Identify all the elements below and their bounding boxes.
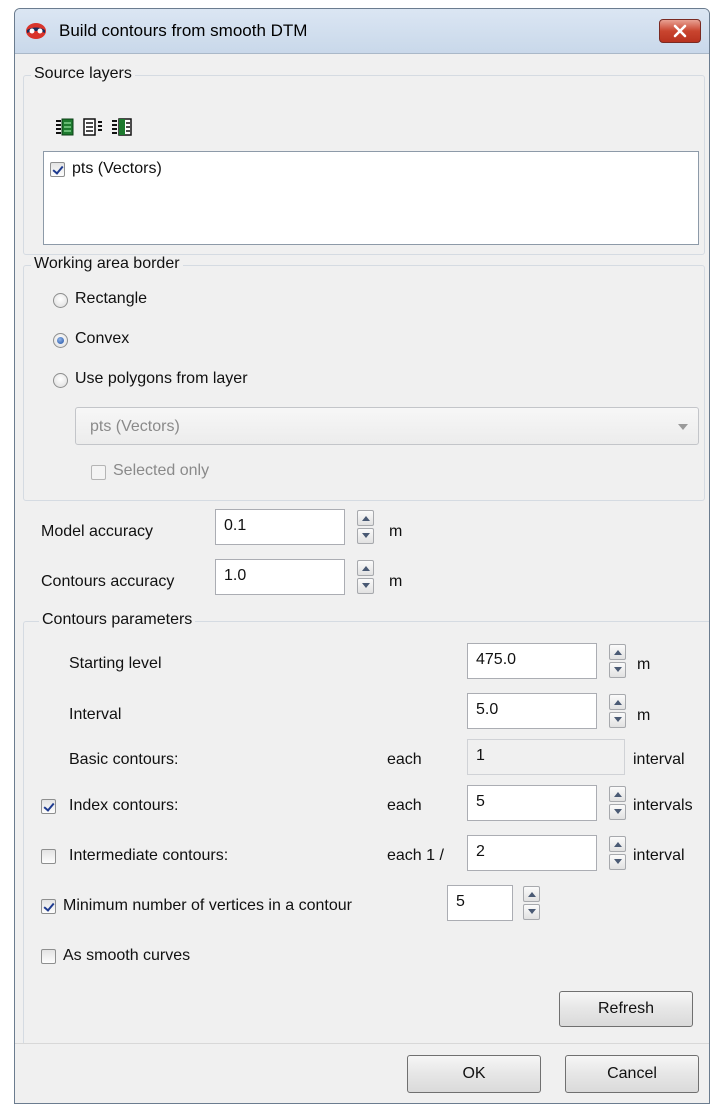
intermediate-contours-input[interactable]: 2 xyxy=(467,835,597,871)
interval-input[interactable]: 5.0 xyxy=(467,693,597,729)
smooth-curves-label[interactable]: As smooth curves xyxy=(63,947,190,965)
cancel-button[interactable]: Cancel xyxy=(565,1055,699,1093)
close-button[interactable] xyxy=(659,19,701,43)
model-accuracy-spinner[interactable] xyxy=(357,510,374,544)
interval-label: Interval xyxy=(69,706,122,723)
refresh-button[interactable]: Refresh xyxy=(559,991,693,1027)
use-polygons-label[interactable]: Use polygons from layer xyxy=(75,370,248,388)
contours-parameters-legend: Contours parameters xyxy=(39,611,196,629)
intermediate-contours-each: each 1 / xyxy=(387,847,444,864)
interval-spinner[interactable] xyxy=(609,694,626,728)
selected-only-checkbox[interactable] xyxy=(91,465,106,480)
model-accuracy-unit: m xyxy=(389,523,403,540)
model-accuracy-label: Model accuracy xyxy=(41,523,154,540)
close-icon xyxy=(673,24,687,38)
use-polygons-radio[interactable] xyxy=(53,373,68,388)
contours-accuracy-input[interactable]: 1.0 xyxy=(215,559,345,595)
intermediate-contours-spinner[interactable] xyxy=(609,836,626,870)
layer-checkbox[interactable] xyxy=(50,162,65,177)
index-contours-spinner[interactable] xyxy=(609,786,626,820)
index-contours-each: each xyxy=(387,797,422,814)
polygon-layer-combo[interactable]: pts (Vectors) xyxy=(75,407,699,445)
starting-level-spinner[interactable] xyxy=(609,644,626,678)
rectangle-radio[interactable] xyxy=(53,293,68,308)
intermediate-contours-label[interactable]: Intermediate contours: xyxy=(69,847,228,865)
dialog-window: Build contours from smooth DTM Source la… xyxy=(14,8,710,1104)
selected-only-label[interactable]: Selected only xyxy=(113,462,209,480)
contours-accuracy-spinner[interactable] xyxy=(357,560,374,594)
invert-selection-icon[interactable] xyxy=(111,117,133,137)
intermediate-contours-unit: interval xyxy=(633,847,685,864)
index-contours-checkbox[interactable] xyxy=(41,799,56,814)
layer-item-label[interactable]: pts (Vectors) xyxy=(72,160,162,178)
source-layers-legend: Source layers xyxy=(31,65,135,83)
contours-parameters-group xyxy=(23,621,709,1047)
ok-button[interactable]: OK xyxy=(407,1055,541,1093)
smooth-curves-checkbox[interactable] xyxy=(41,949,56,964)
app-icon xyxy=(26,23,46,39)
min-vertices-label[interactable]: Minimum number of vertices in a contour xyxy=(63,897,352,915)
interval-unit: m xyxy=(637,707,651,724)
index-contours-label[interactable]: Index contours: xyxy=(69,797,178,815)
title-bar: Build contours from smooth DTM xyxy=(15,9,709,54)
starting-level-unit: m xyxy=(637,656,651,673)
contours-accuracy-label: Contours accuracy xyxy=(41,573,175,590)
starting-level-label: Starting level xyxy=(69,655,162,672)
source-layers-list[interactable]: pts (Vectors) xyxy=(43,151,699,245)
min-vertices-checkbox[interactable] xyxy=(41,899,56,914)
select-all-icon[interactable] xyxy=(55,117,75,137)
min-vertices-input[interactable]: 5 xyxy=(447,885,513,921)
working-area-legend: Working area border xyxy=(31,255,183,273)
polygon-layer-value: pts (Vectors) xyxy=(90,418,180,435)
chevron-down-icon xyxy=(678,424,688,430)
starting-level-input[interactable]: 475.0 xyxy=(467,643,597,679)
deselect-all-icon[interactable] xyxy=(83,117,103,137)
min-vertices-spinner[interactable] xyxy=(523,886,540,920)
window-title: Build contours from smooth DTM xyxy=(59,21,308,40)
basic-contours-each: each xyxy=(387,751,422,768)
intermediate-contours-checkbox[interactable] xyxy=(41,849,56,864)
contours-accuracy-unit: m xyxy=(389,573,403,590)
index-contours-unit: intervals xyxy=(633,797,693,814)
rectangle-label[interactable]: Rectangle xyxy=(75,290,147,308)
basic-contours-value: 1 xyxy=(467,739,625,775)
basic-contours-unit: interval xyxy=(633,751,685,768)
index-contours-input[interactable]: 5 xyxy=(467,785,597,821)
model-accuracy-input[interactable]: 0.1 xyxy=(215,509,345,545)
basic-contours-label: Basic contours: xyxy=(69,751,179,768)
convex-radio[interactable] xyxy=(53,333,68,348)
convex-label[interactable]: Convex xyxy=(75,330,129,348)
